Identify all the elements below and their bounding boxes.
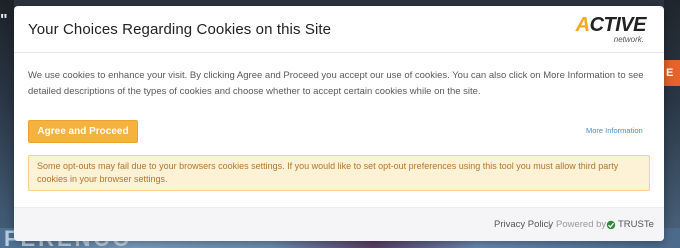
background-left-strip: " bbox=[0, 0, 14, 248]
footer-separator: | bbox=[548, 219, 551, 230]
logo-wordmark: ACTIVE bbox=[575, 14, 647, 37]
logo-subtext: network. bbox=[613, 35, 644, 44]
truste-label: TRUSTe bbox=[618, 219, 654, 230]
background-left-char: " bbox=[0, 12, 8, 29]
cookie-consent-modal: Your Choices Regarding Cookies on this S… bbox=[14, 6, 664, 241]
privacy-policy-link[interactable]: Privacy Policy bbox=[494, 219, 553, 230]
cookie-intro-text: We use cookies to enhance your visit. By… bbox=[28, 70, 644, 97]
more-information-link[interactable]: More Information bbox=[586, 126, 643, 135]
background-orange-tab: E bbox=[664, 60, 680, 86]
background-right-strip bbox=[664, 0, 680, 248]
active-network-logo: ACTIVE network. bbox=[556, 14, 647, 46]
logo-word-rest: CTIVE bbox=[589, 14, 647, 36]
truste-icon bbox=[606, 220, 616, 230]
modal-footer: Privacy Policy | Powered by TRUSTe bbox=[14, 207, 664, 241]
modal-title: Your Choices Regarding Cookies on this S… bbox=[28, 21, 332, 38]
powered-by-label: Powered by bbox=[556, 219, 607, 230]
logo-letter-a: A bbox=[575, 14, 590, 36]
agree-and-proceed-button[interactable]: Agree and Proceed bbox=[28, 120, 138, 143]
opt-out-warning-notice: Some opt-outs may fail due to your brows… bbox=[28, 155, 650, 191]
modal-header: Your Choices Regarding Cookies on this S… bbox=[14, 6, 664, 53]
